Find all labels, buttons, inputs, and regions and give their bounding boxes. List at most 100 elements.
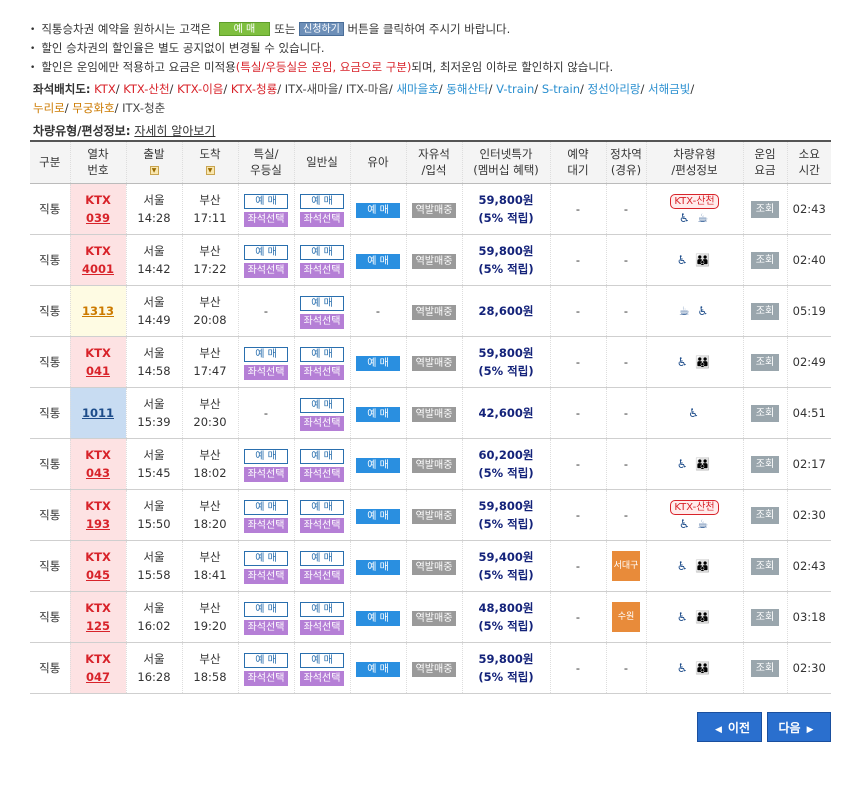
special-reserve-button[interactable]: 예 매 <box>244 550 288 566</box>
train-number[interactable]: 1313 <box>72 302 125 320</box>
fare-inquiry-button[interactable]: 조회 <box>751 354 779 371</box>
general-reserve-button[interactable]: 예 매 <box>300 193 344 209</box>
general-seat-select-button[interactable]: 좌석선택 <box>300 466 344 482</box>
infant-reserve-button[interactable]: 예 매 <box>356 253 400 269</box>
train-number-link[interactable]: 1313 <box>82 304 114 318</box>
seat-layout-link[interactable]: ITX-새마을 <box>285 82 339 96</box>
seat-layout-link[interactable]: KTX-이음 <box>177 82 223 96</box>
general-reserve-button[interactable]: 예 매 <box>300 550 344 566</box>
train-number-link[interactable]: 047 <box>86 670 110 684</box>
seat-layout-link[interactable]: KTX-청룡 <box>231 82 277 96</box>
fare-inquiry-button[interactable]: 조회 <box>751 660 779 677</box>
general-seat-select-button[interactable]: 좌석선택 <box>300 415 344 431</box>
general-seat-select-button[interactable]: 좌석선택 <box>300 313 344 329</box>
seat-layout-link[interactable]: 서해금빛 <box>648 82 690 96</box>
general-reserve-button[interactable]: 예 매 <box>300 601 344 617</box>
train-number[interactable]: KTX 045 <box>72 548 125 584</box>
seat-layout-link[interactable]: 동해산타 <box>446 82 488 96</box>
fare-inquiry-button[interactable]: 조회 <box>751 609 779 626</box>
infant-reserve-button[interactable]: 예 매 <box>356 457 400 473</box>
seat-layout-link[interactable]: 무궁화호 <box>72 101 114 115</box>
fare-inquiry-button[interactable]: 조회 <box>751 303 779 320</box>
general-reserve-button[interactable]: 예 매 <box>300 652 344 668</box>
fare-inquiry-button[interactable]: 조회 <box>751 558 779 575</box>
train-number[interactable]: KTX 039 <box>72 191 125 227</box>
stop-station-button[interactable]: 서대구 <box>612 550 640 581</box>
special-seat-select-button[interactable]: 좌석선택 <box>244 466 288 482</box>
infant-reserve-button[interactable]: 예 매 <box>356 559 400 575</box>
train-number-link[interactable]: 043 <box>86 466 110 480</box>
train-number-link[interactable]: 1011 <box>82 406 114 420</box>
special-reserve-button[interactable]: 예 매 <box>244 499 288 515</box>
train-number[interactable]: KTX 4001 <box>72 242 125 278</box>
seat-layout-link[interactable]: 새마을호 <box>396 82 438 96</box>
train-number-cell[interactable]: 1313 <box>69 285 126 337</box>
train-number-link[interactable]: 4001 <box>82 262 114 276</box>
fare-inquiry-button[interactable]: 조회 <box>751 405 779 422</box>
special-seat-select-button[interactable]: 좌석선택 <box>244 211 288 227</box>
train-number-link[interactable]: 045 <box>86 568 110 582</box>
train-number-cell[interactable]: KTX 047 <box>69 642 126 694</box>
train-number[interactable]: KTX 193 <box>72 497 125 533</box>
special-seat-select-button[interactable]: 좌석선택 <box>244 364 288 380</box>
prev-page-button[interactable]: ◀ 이전 <box>697 712 762 742</box>
train-number-cell[interactable]: KTX 4001 <box>69 234 126 286</box>
fare-inquiry-button[interactable]: 조회 <box>751 252 779 269</box>
fare-inquiry-button[interactable]: 조회 <box>751 456 779 473</box>
seat-layout-link[interactable]: ITX-마음 <box>346 82 389 96</box>
stop-station-button[interactable]: 수원 <box>612 601 640 632</box>
train-number-cell[interactable]: 1011 <box>69 387 126 439</box>
special-seat-select-button[interactable]: 좌석선택 <box>244 568 288 584</box>
next-page-button[interactable]: 다음 ▶ <box>767 712 831 742</box>
train-number-cell[interactable]: KTX 045 <box>69 540 126 592</box>
train-number-link[interactable]: 039 <box>86 211 110 225</box>
general-seat-select-button[interactable]: 좌석선택 <box>300 619 344 635</box>
seat-layout-link[interactable]: ITX-청춘 <box>122 101 165 115</box>
train-number-cell[interactable]: KTX 125 <box>69 591 126 643</box>
seat-layout-link[interactable]: S-train <box>542 82 580 96</box>
special-reserve-button[interactable]: 예 매 <box>244 244 288 260</box>
sort-icon[interactable]: ▼ <box>205 166 215 176</box>
special-seat-select-button[interactable]: 좌석선택 <box>244 517 288 533</box>
infant-reserve-button[interactable]: 예 매 <box>356 661 400 677</box>
general-seat-select-button[interactable]: 좌석선택 <box>300 364 344 380</box>
train-number[interactable]: KTX 043 <box>72 446 125 482</box>
train-number-cell[interactable]: KTX 193 <box>69 489 126 541</box>
seat-layout-link[interactable]: V-train <box>496 82 534 96</box>
special-seat-select-button[interactable]: 좌석선택 <box>244 619 288 635</box>
train-number[interactable]: KTX 041 <box>72 344 125 380</box>
seat-layout-link[interactable]: 누리로 <box>33 101 65 115</box>
special-reserve-button[interactable]: 예 매 <box>244 346 288 362</box>
fare-inquiry-button[interactable]: 조회 <box>751 201 779 218</box>
infant-reserve-button[interactable]: 예 매 <box>356 610 400 626</box>
general-seat-select-button[interactable]: 좌석선택 <box>300 670 344 686</box>
general-seat-select-button[interactable]: 좌석선택 <box>300 568 344 584</box>
train-number-link[interactable]: 041 <box>86 364 110 378</box>
seat-layout-link[interactable]: KTX-산천 <box>123 82 169 96</box>
train-number-cell[interactable]: KTX 041 <box>69 336 126 388</box>
train-number-cell[interactable]: KTX 039 <box>69 183 126 235</box>
train-number[interactable]: 1011 <box>72 404 125 422</box>
special-seat-select-button[interactable]: 좌석선택 <box>244 670 288 686</box>
train-number-link[interactable]: 125 <box>86 619 110 633</box>
vehicle-info-link[interactable]: 자세히 알아보기 <box>134 124 215 138</box>
infant-reserve-button[interactable]: 예 매 <box>356 202 400 218</box>
infant-reserve-button[interactable]: 예 매 <box>356 355 400 371</box>
special-reserve-button[interactable]: 예 매 <box>244 193 288 209</box>
train-number-link[interactable]: 193 <box>86 517 110 531</box>
train-number[interactable]: KTX 125 <box>72 599 125 635</box>
general-reserve-button[interactable]: 예 매 <box>300 346 344 362</box>
general-seat-select-button[interactable]: 좌석선택 <box>300 262 344 278</box>
general-seat-select-button[interactable]: 좌석선택 <box>300 517 344 533</box>
general-seat-select-button[interactable]: 좌석선택 <box>300 211 344 227</box>
general-reserve-button[interactable]: 예 매 <box>300 397 344 413</box>
special-seat-select-button[interactable]: 좌석선택 <box>244 262 288 278</box>
infant-reserve-button[interactable]: 예 매 <box>356 406 400 422</box>
ktx-sancheon-badge[interactable]: KTX-산천 <box>670 193 719 209</box>
general-reserve-button[interactable]: 예 매 <box>300 244 344 260</box>
ktx-sancheon-badge[interactable]: KTX-산천 <box>670 499 719 515</box>
seat-layout-link[interactable]: 정선아리랑 <box>588 82 641 96</box>
special-reserve-button[interactable]: 예 매 <box>244 601 288 617</box>
train-number[interactable]: KTX 047 <box>72 650 125 686</box>
train-number-cell[interactable]: KTX 043 <box>69 438 126 490</box>
